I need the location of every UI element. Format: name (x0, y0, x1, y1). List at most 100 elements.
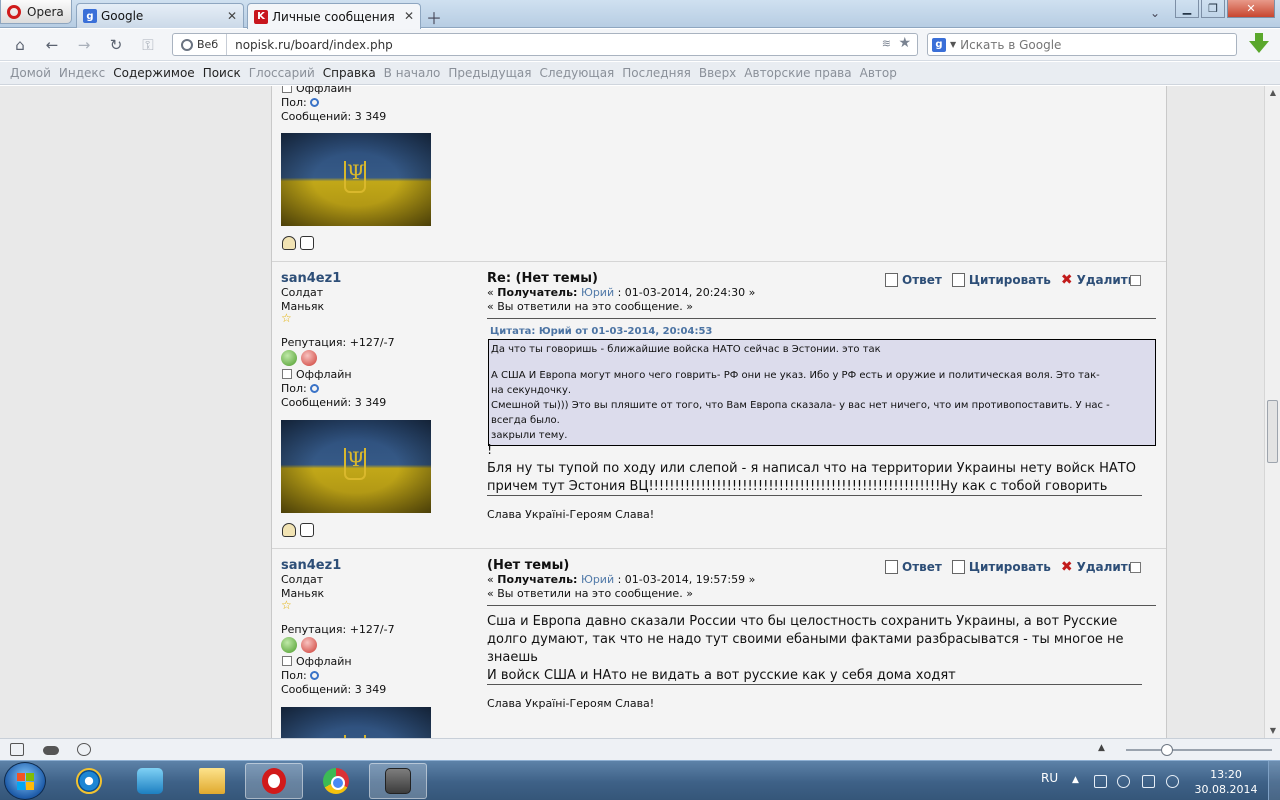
toolbar-item[interactable]: Справка (323, 66, 376, 80)
opera-menu-button[interactable]: Opera (0, 0, 72, 24)
profile-icon[interactable] (282, 236, 296, 250)
delete-icon[interactable]: ✖ (1061, 559, 1073, 575)
language-indicator[interactable]: RU (1041, 771, 1058, 785)
windows-logo-icon (17, 773, 35, 791)
taskbar-explorer[interactable] (183, 763, 241, 799)
taskbar-chrome[interactable] (307, 763, 365, 799)
pm-icon[interactable] (300, 523, 314, 537)
quote-button[interactable]: Цитировать (969, 273, 1051, 287)
select-message-checkbox[interactable] (1130, 562, 1141, 573)
address-mode-badge[interactable]: Веб (173, 34, 228, 55)
bookmark-star-icon[interactable]: ★ (898, 35, 911, 51)
rss-icon[interactable]: ≋ (882, 37, 891, 50)
close-window-icon[interactable]: ✕ (1227, 0, 1275, 18)
action-center-flag-icon[interactable] (1094, 775, 1107, 788)
search-engine-dropdown-icon[interactable]: ▼ (950, 40, 956, 49)
restore-icon[interactable]: ❐ (1201, 0, 1225, 18)
scroll-down-icon[interactable]: ▼ (1265, 724, 1280, 738)
reply-icon[interactable] (885, 273, 898, 287)
show-desktop-button[interactable] (1268, 761, 1280, 800)
toolbar-item[interactable]: Глоссарий (249, 66, 315, 80)
profile-icon[interactable] (282, 523, 296, 537)
toolbar-item[interactable]: Следующая (539, 66, 614, 80)
recipient-link[interactable]: Юрий (581, 573, 614, 586)
quote-header[interactable]: Цитата: Юрий от 01-03-2014, 20:04:53 (490, 326, 712, 337)
speaker-icon[interactable] (1166, 775, 1179, 788)
key-icon[interactable]: ⚿ (137, 35, 159, 55)
tab-google[interactable]: g Google ✕ (76, 3, 244, 28)
reload-icon[interactable]: ↻ (105, 35, 127, 55)
back-icon[interactable]: ← (41, 35, 63, 55)
select-message-checkbox[interactable] (1130, 275, 1141, 286)
user-rank: Солдат (281, 573, 324, 586)
toolbar-item[interactable]: Последняя (622, 66, 691, 80)
toolbar-item[interactable]: Автор (860, 66, 897, 80)
zoom-slider-track[interactable] (1126, 749, 1272, 751)
start-button[interactable] (4, 762, 46, 800)
google-search-icon[interactable]: g (932, 37, 946, 52)
toolbar-item[interactable]: Домой (10, 66, 51, 80)
address-mode-label: Веб (197, 38, 219, 51)
volume-tray-icon[interactable] (1117, 775, 1130, 788)
turbo-gauge-icon[interactable] (77, 743, 91, 756)
quote-line: на секундочку. (491, 385, 572, 396)
post-divider (487, 318, 1156, 319)
forward-icon[interactable]: → (73, 35, 95, 55)
reputation-plus-icon[interactable] (281, 350, 297, 366)
quote-button[interactable]: Цитировать (969, 560, 1051, 574)
network-tray-icon[interactable] (1142, 775, 1155, 788)
delete-icon[interactable]: ✖ (1061, 272, 1073, 288)
toolbar-item[interactable]: Вверх (699, 66, 736, 80)
download-arrow-icon[interactable] (1249, 33, 1269, 55)
post-body: ! Бля ну ты тупой по ходу или слепой - я… (487, 442, 1136, 496)
toolbar-item[interactable]: Поиск (203, 66, 241, 80)
toolbar-item[interactable]: Индекс (59, 66, 105, 80)
toolbar-item[interactable]: В начало (384, 66, 441, 80)
taskbar-ie[interactable] (60, 763, 118, 799)
delete-button[interactable]: Удалить (1077, 273, 1136, 287)
opera-unite-cloud-icon[interactable] (43, 746, 59, 755)
post-actions: Ответ Цитировать ✖ Удалить (885, 559, 1135, 575)
zoom-slider-handle[interactable] (1161, 744, 1173, 756)
reputation-plus-icon[interactable] (281, 637, 297, 653)
quote-icon[interactable] (951, 273, 965, 287)
reply-icon[interactable] (885, 560, 898, 574)
address-bar[interactable]: Веб nopisk.ru/board/index.php ≋ ★ (172, 33, 918, 56)
reply-button[interactable]: Ответ (902, 560, 942, 574)
quote-line: Смешной ты))) Это вы пляшите от того, чт… (491, 400, 1110, 411)
tray-expand-icon[interactable]: ▲ (1072, 775, 1079, 785)
vertical-scrollbar[interactable]: ▲ ▼ (1264, 86, 1280, 738)
tab-menu-chevron-icon[interactable]: ⌄ (1150, 6, 1160, 20)
google-favicon-icon: g (83, 9, 97, 23)
post-username[interactable]: san4ez1 (281, 271, 341, 286)
toolbar-item[interactable]: Содержимое (113, 66, 194, 80)
recipient-link[interactable]: Юрий (581, 286, 614, 299)
taskbar-opera[interactable] (245, 763, 303, 799)
reputation-minus-icon[interactable] (301, 637, 317, 653)
reply-button[interactable]: Ответ (902, 273, 942, 287)
scroll-up-icon[interactable]: ▲ (1265, 86, 1280, 100)
close-tab-icon[interactable]: ✕ (227, 9, 237, 23)
zoom-menu-icon[interactable]: ▲ (1098, 743, 1105, 753)
quote-icon[interactable] (951, 560, 965, 574)
post-username[interactable]: san4ez1 (281, 558, 341, 573)
home-icon[interactable]: ⌂ (9, 35, 31, 55)
new-tab-icon[interactable]: ＋ (426, 5, 442, 29)
toolbar-item[interactable]: Предыдущая (448, 66, 531, 80)
minimize-icon[interactable]: ▁ (1175, 0, 1199, 18)
delete-button[interactable]: Удалить (1077, 560, 1136, 574)
address-url[interactable]: nopisk.ru/board/index.php (227, 38, 393, 52)
toolbar-item[interactable]: Авторские права (744, 66, 851, 80)
search-input[interactable] (960, 37, 1231, 52)
tab-messages[interactable]: K Личные сообщения ✕ (247, 3, 421, 29)
system-clock[interactable]: 13:20 30.08.2014 (1186, 767, 1266, 797)
taskbar-media-player[interactable] (121, 763, 179, 799)
search-box[interactable]: g ▼ (927, 33, 1237, 56)
reputation-minus-icon[interactable] (301, 350, 317, 366)
panel-toggle-icon[interactable] (10, 743, 24, 756)
taskbar-world-of-tanks[interactable] (369, 763, 427, 799)
site-navigation-toolbar: Домой Индекс Содержимое Поиск Глоссарий Справ… (0, 62, 1280, 85)
close-tab-icon[interactable]: ✕ (404, 9, 414, 23)
scrollbar-thumb[interactable] (1267, 400, 1278, 463)
pm-icon[interactable] (300, 236, 314, 250)
